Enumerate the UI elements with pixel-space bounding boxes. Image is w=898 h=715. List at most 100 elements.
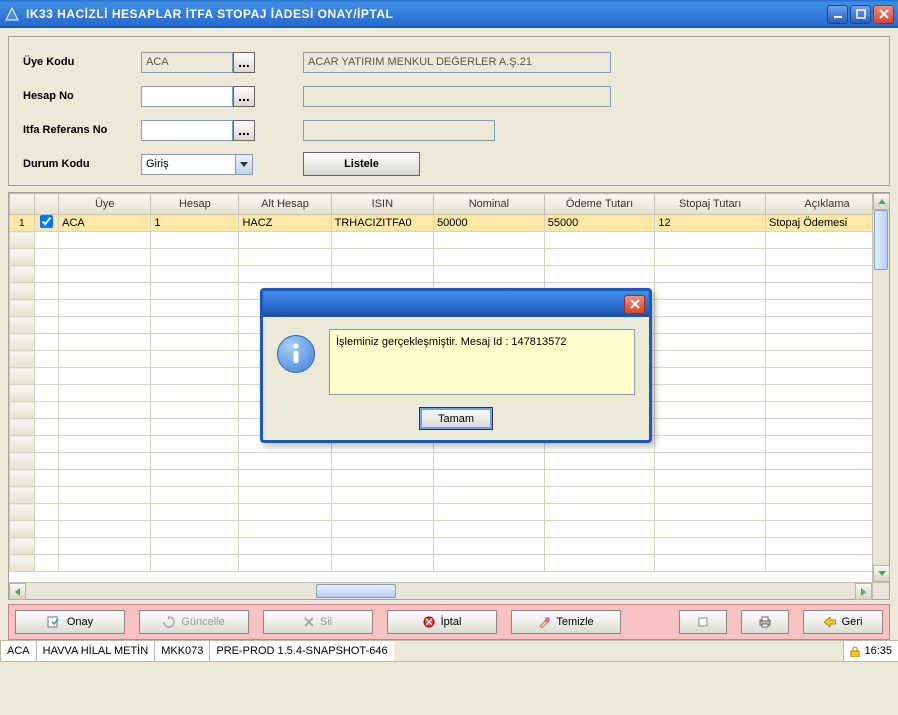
table-row[interactable] — [10, 453, 889, 470]
empty-cell — [655, 453, 766, 470]
empty-cell — [151, 436, 239, 453]
col-aciklama[interactable]: Açıklama — [765, 194, 888, 215]
cell-alt-hesap[interactable]: HACZ — [239, 215, 331, 232]
col-alt-hesap[interactable]: Alt Hesap — [239, 194, 331, 215]
cancel-icon — [423, 616, 435, 628]
row-checkbox-cell — [34, 487, 59, 504]
maximize-button[interactable] — [850, 5, 871, 24]
empty-cell — [765, 487, 888, 504]
scroll-down-button[interactable] — [873, 565, 890, 582]
uye-kodu-lookup-button[interactable]: ... — [233, 52, 255, 73]
empty-cell — [151, 232, 239, 249]
cell-aciklama[interactable]: Stopaj Ödemesi — [765, 215, 888, 232]
empty-cell — [765, 266, 888, 283]
empty-cell — [331, 504, 433, 521]
cell-stopaj[interactable]: 12 — [655, 215, 766, 232]
empty-cell — [239, 453, 331, 470]
col-odeme[interactable]: Ödeme Tutarı — [544, 194, 655, 215]
row-number — [10, 249, 35, 266]
scroll-thumb-vertical[interactable] — [874, 210, 888, 270]
empty-cell — [331, 538, 433, 555]
col-uye[interactable]: Üye — [59, 194, 151, 215]
row-checkbox-cell — [34, 283, 59, 300]
table-row[interactable] — [10, 504, 889, 521]
delete-icon — [304, 617, 314, 627]
empty-cell — [765, 555, 888, 572]
col-stopaj[interactable]: Stopaj Tutarı — [655, 194, 766, 215]
row-number — [10, 521, 35, 538]
hesap-no-input[interactable] — [141, 86, 233, 107]
empty-cell — [655, 300, 766, 317]
empty-cell — [331, 470, 433, 487]
empty-cell — [544, 249, 655, 266]
grid-vertical-scrollbar[interactable] — [872, 193, 889, 582]
table-row[interactable] — [10, 521, 889, 538]
minimize-button[interactable] — [827, 5, 848, 24]
empty-cell — [59, 470, 151, 487]
row-number — [10, 232, 35, 249]
uye-kodu-desc — [303, 52, 611, 73]
itfa-ref-input[interactable] — [141, 120, 233, 141]
scroll-up-button[interactable] — [873, 193, 890, 210]
grid-horizontal-scrollbar[interactable] — [9, 582, 872, 599]
listele-button[interactable]: Listele — [303, 152, 420, 176]
empty-cell — [434, 266, 545, 283]
empty-cell — [765, 317, 888, 334]
scroll-thumb-horizontal[interactable] — [316, 584, 396, 598]
empty-cell — [59, 385, 151, 402]
cell-hesap[interactable]: 1 — [151, 215, 239, 232]
export-button[interactable] — [679, 610, 727, 634]
cell-uye[interactable]: ACA — [59, 215, 151, 232]
temizle-button[interactable]: Temizle — [511, 610, 621, 634]
durum-kodu-dropdown-button[interactable] — [235, 155, 252, 174]
empty-cell — [59, 283, 151, 300]
row-checkbox-cell — [34, 436, 59, 453]
approve-icon — [47, 616, 61, 628]
row-checkbox[interactable] — [40, 215, 53, 228]
table-row[interactable] — [10, 487, 889, 504]
geri-label: Geri — [842, 616, 863, 628]
uye-kodu-input[interactable] — [141, 52, 233, 73]
empty-cell — [59, 436, 151, 453]
dialog-ok-button[interactable]: Tamam — [419, 407, 493, 430]
table-row[interactable] — [10, 470, 889, 487]
table-row[interactable]: 1ACA1HACZTRHACIZITFA0500005500012Stopaj … — [10, 215, 889, 232]
app-icon — [4, 6, 20, 22]
cell-isin[interactable]: TRHACIZITFA0 — [331, 215, 433, 232]
row-number — [10, 419, 35, 436]
scroll-right-button[interactable] — [855, 583, 872, 600]
col-hesap[interactable]: Hesap — [151, 194, 239, 215]
table-row[interactable] — [10, 555, 889, 572]
row-number: 1 — [10, 215, 35, 232]
empty-cell — [434, 232, 545, 249]
scroll-left-button[interactable] — [9, 583, 26, 600]
onay-button[interactable]: Onay — [15, 610, 125, 634]
empty-cell — [151, 504, 239, 521]
row-number — [10, 385, 35, 402]
geri-button[interactable]: Geri — [803, 610, 883, 634]
itfa-ref-lookup-button[interactable]: ... — [233, 120, 255, 141]
dialog-close-button[interactable] — [624, 295, 645, 314]
cell-odeme[interactable]: 55000 — [544, 215, 655, 232]
cell-nominal[interactable]: 50000 — [434, 215, 545, 232]
print-button[interactable] — [741, 610, 789, 634]
empty-cell — [151, 487, 239, 504]
close-button[interactable] — [873, 5, 894, 24]
empty-cell — [59, 368, 151, 385]
empty-cell — [239, 470, 331, 487]
empty-cell — [655, 538, 766, 555]
table-row[interactable] — [10, 249, 889, 266]
col-isin[interactable]: ISIN — [331, 194, 433, 215]
empty-cell — [434, 249, 545, 266]
hesap-no-lookup-button[interactable]: ... — [233, 86, 255, 107]
table-row[interactable] — [10, 538, 889, 555]
iptal-button[interactable]: İptal — [387, 610, 497, 634]
table-row[interactable] — [10, 232, 889, 249]
row-checkbox-cell[interactable] — [34, 215, 59, 232]
col-nominal[interactable]: Nominal — [434, 194, 545, 215]
empty-cell — [59, 419, 151, 436]
temizle-label: Temizle — [556, 616, 593, 628]
table-row[interactable] — [10, 266, 889, 283]
row-number — [10, 317, 35, 334]
empty-cell — [765, 385, 888, 402]
